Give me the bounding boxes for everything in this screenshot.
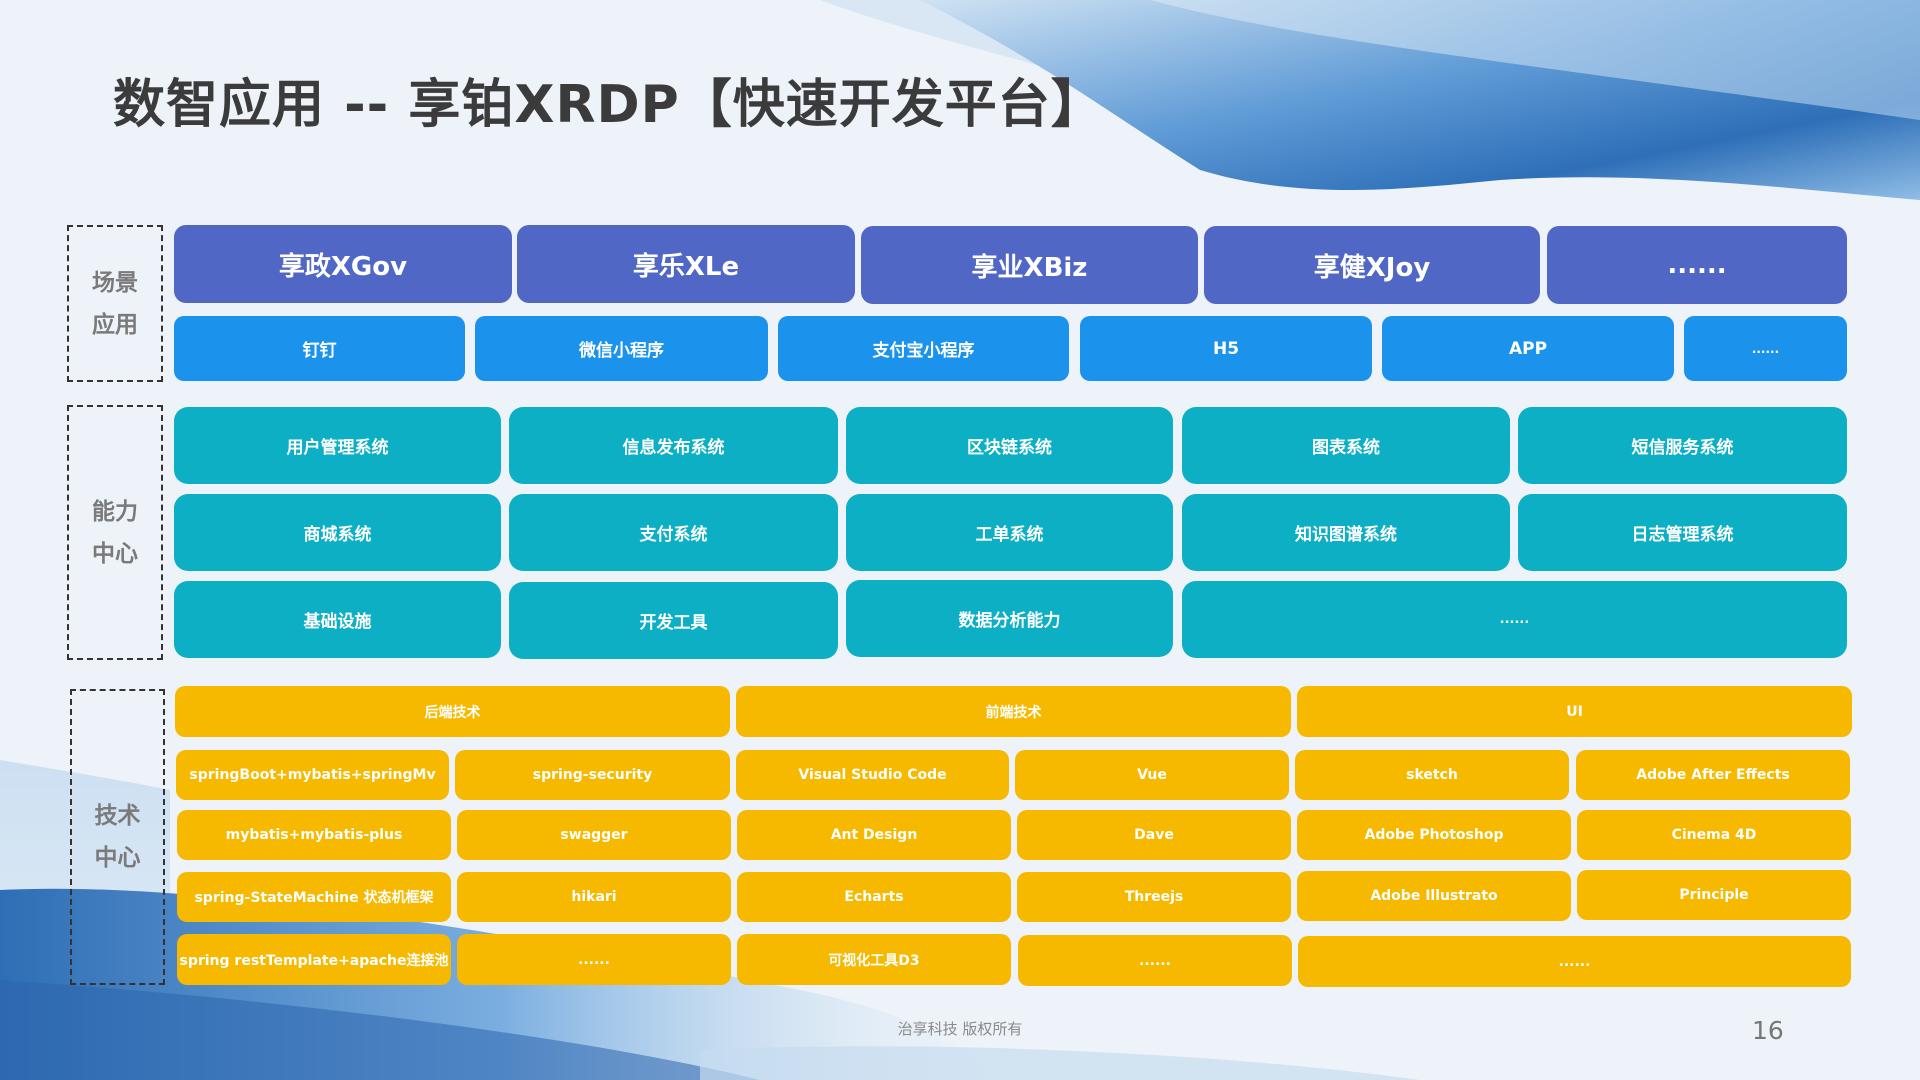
tech-item[interactable]: spring restTemplate+apache连接池	[177, 934, 451, 985]
section-label-line2: 应用	[92, 311, 138, 338]
capability-user-management[interactable]: 用户管理系统	[174, 407, 501, 484]
section-label-tech: 技术 中心	[70, 689, 165, 985]
tech-item[interactable]: mybatis+mybatis-plus	[177, 810, 451, 860]
scene-product-more[interactable]: ......	[1547, 226, 1847, 304]
capability-data-analysis[interactable]: 数据分析能力	[846, 580, 1173, 657]
scene-product-xgov[interactable]: 享政XGov	[174, 225, 512, 303]
tech-item[interactable]: swagger	[457, 810, 731, 860]
tech-item[interactable]: Adobe After Effects	[1576, 750, 1850, 800]
tech-item-more-ui[interactable]: ......	[1298, 936, 1851, 987]
tech-item[interactable]: Cinema 4D	[1577, 810, 1851, 860]
tech-item[interactable]: Dave	[1017, 810, 1291, 860]
capability-charts[interactable]: 图表系统	[1182, 407, 1510, 484]
tech-category-backend[interactable]: 后端技术	[175, 686, 730, 737]
capability-dev-tools[interactable]: 开发工具	[509, 582, 838, 659]
tech-item[interactable]: spring-security	[455, 750, 730, 800]
tech-item[interactable]: Threejs	[1017, 872, 1291, 922]
tech-item[interactable]: Adobe Photoshop	[1297, 810, 1571, 860]
channel-dingtalk[interactable]: 钉钉	[174, 316, 465, 381]
tech-category-ui[interactable]: UI	[1297, 686, 1852, 737]
tech-category-frontend[interactable]: 前端技术	[736, 686, 1291, 737]
section-label-line1: 场景	[92, 269, 138, 296]
page-number: 16	[1752, 1016, 1784, 1045]
capability-mall[interactable]: 商城系统	[174, 494, 501, 571]
tech-item[interactable]: Vue	[1015, 750, 1289, 800]
capability-log-management[interactable]: 日志管理系统	[1518, 494, 1847, 571]
tech-item[interactable]: Principle	[1577, 870, 1851, 920]
copyright-text: 治享科技 版权所有	[897, 1020, 1023, 1038]
scene-product-xbiz[interactable]: 享业XBiz	[861, 226, 1198, 304]
capability-blockchain[interactable]: 区块链系统	[846, 407, 1173, 484]
tech-item[interactable]: Ant Design	[737, 810, 1011, 860]
channel-h5[interactable]: H5	[1080, 316, 1372, 381]
page-title: 数智应用 -- 享铂XRDP【快速开发平台】	[113, 75, 1104, 135]
tech-item[interactable]: springBoot+mybatis+springMv	[176, 750, 449, 800]
tech-item[interactable]: Visual Studio Code	[736, 750, 1009, 800]
section-label-scene: 场景 应用	[67, 225, 163, 382]
tech-item[interactable]: hikari	[457, 872, 731, 922]
tech-item[interactable]: ......	[457, 934, 731, 985]
capability-knowledge-graph[interactable]: 知识图谱系统	[1182, 494, 1510, 571]
tech-item[interactable]: Adobe Illustrato	[1297, 871, 1571, 921]
capability-sms-service[interactable]: 短信服务系统	[1518, 407, 1847, 484]
tech-item[interactable]: 可视化工具D3	[737, 934, 1011, 985]
tech-item[interactable]: spring-StateMachine 状态机框架	[177, 872, 451, 922]
scene-product-xle[interactable]: 享乐XLe	[517, 225, 855, 303]
tech-item[interactable]: sketch	[1295, 750, 1569, 800]
channel-app[interactable]: APP	[1382, 316, 1674, 381]
channel-more[interactable]: ......	[1684, 316, 1847, 381]
capability-info-publishing[interactable]: 信息发布系统	[509, 407, 838, 484]
capability-infrastructure[interactable]: 基础设施	[174, 581, 501, 658]
section-label-line2: 中心	[94, 845, 141, 871]
channel-alipay-miniprogram[interactable]: 支付宝小程序	[778, 316, 1069, 381]
scene-product-xjoy[interactable]: 享健XJoy	[1204, 226, 1540, 304]
section-label-capability: 能力 中心	[67, 405, 163, 660]
tech-item[interactable]: ......	[1018, 935, 1292, 986]
section-label-line1: 技术	[94, 803, 141, 829]
capability-more[interactable]: ......	[1182, 581, 1847, 658]
section-label-line1: 能力	[92, 498, 138, 525]
section-label-line2: 中心	[92, 540, 138, 567]
channel-wechat-miniprogram[interactable]: 微信小程序	[475, 316, 768, 381]
capability-payment[interactable]: 支付系统	[509, 494, 838, 571]
tech-item[interactable]: Echarts	[737, 872, 1011, 922]
capability-work-order[interactable]: 工单系统	[846, 494, 1173, 571]
